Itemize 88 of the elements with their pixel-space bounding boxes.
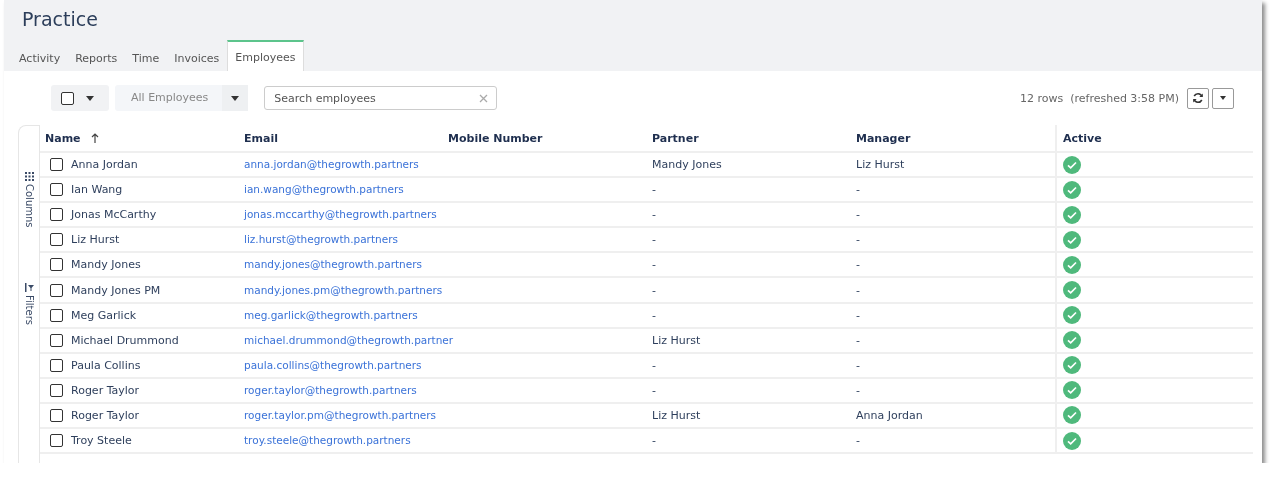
tab[interactable]: Employees — [227, 40, 304, 71]
email-link[interactable]: michael.drummond@thegrowth.partner — [244, 333, 454, 346]
column-header[interactable]: Manager — [856, 131, 1055, 145]
name-cell-text: Meg Garlick — [71, 308, 138, 322]
tab[interactable]: Activity — [12, 46, 68, 71]
checkbox[interactable] — [50, 158, 63, 172]
partner-cell-text: Liz Hurst — [652, 333, 702, 347]
name-cell-text: Michael Drummond — [71, 333, 180, 347]
row-count-status: 12 rows (refreshed 3:58 PM) — [1019, 91, 1179, 105]
partner-cell-text: - — [652, 383, 657, 397]
email-link[interactable]: paula.collins@thegrowth.partners — [244, 358, 422, 371]
checkbox[interactable] — [50, 308, 63, 322]
checkbox[interactable] — [50, 258, 63, 272]
column-header[interactable]: Name — [45, 131, 244, 145]
refresh-button[interactable] — [1187, 87, 1209, 109]
checkbox[interactable] — [50, 233, 63, 247]
email-link[interactable]: roger.taylor@thegrowth.partners — [244, 383, 417, 396]
side-tab[interactable]: Columns — [23, 172, 35, 228]
column-header[interactable]: Email — [244, 131, 448, 145]
manager-cell-text: - — [856, 434, 861, 448]
tab[interactable]: Time — [125, 46, 167, 71]
select-all-dropdown[interactable] — [51, 85, 109, 111]
email-link[interactable]: troy.steele@thegrowth.partners — [244, 434, 411, 447]
partner-cell-text: - — [652, 358, 657, 372]
name-cell-text: Mandy Jones PM — [71, 283, 162, 297]
column-header[interactable]: Mobile Number — [448, 131, 652, 145]
email-link[interactable]: anna.jordan@thegrowth.partners — [244, 158, 419, 171]
checkbox[interactable] — [50, 383, 63, 397]
manager-cell-text: - — [856, 333, 861, 347]
side-tab[interactable]: Filters — [23, 282, 35, 325]
manager-cell-text: - — [856, 258, 861, 272]
name-cell-text: Anna Jordan — [71, 158, 139, 172]
name-cell-text: Jonas McCarthy — [71, 208, 158, 222]
email-link[interactable]: roger.taylor.pm@thegrowth.partners — [244, 409, 437, 421]
name-cell-text: Ian Wang — [71, 183, 124, 197]
email-link[interactable]: mandy.jones@thegrowth.partners — [244, 258, 422, 271]
tab[interactable]: Invoices — [167, 46, 227, 71]
partner-cell-text: - — [652, 183, 657, 197]
checkbox[interactable] — [50, 434, 63, 448]
manager-cell-text: - — [856, 383, 861, 397]
email-link[interactable]: jonas.mccarthy@thegrowth.partners — [244, 208, 437, 221]
options-dropdown-button[interactable] — [1212, 87, 1234, 109]
name-cell-text: Roger Taylor — [71, 409, 141, 422]
filter-icon — [24, 282, 34, 292]
checkbox[interactable] — [50, 358, 63, 372]
manager-cell-text: - — [856, 233, 861, 247]
name-cell-text: Roger Taylor — [71, 383, 141, 397]
manager-cell-text: Anna Jordan — [856, 409, 924, 422]
caret-icon — [1220, 96, 1226, 100]
manager-cell-text: - — [856, 358, 861, 372]
column-header[interactable]: Active — [1055, 125, 1253, 151]
email-link[interactable]: ian.wang@thegrowth.partners — [244, 183, 404, 196]
filter-value: All Employees — [130, 90, 210, 106]
refresh-icon — [1192, 92, 1204, 104]
partner-cell-text: - — [652, 233, 657, 247]
manager-cell-text: Liz Hurst — [856, 158, 906, 172]
email-link[interactable]: liz.hurst@thegrowth.partners — [244, 233, 398, 246]
name-cell-text: Liz Hurst — [71, 233, 121, 247]
partner-cell-text: - — [652, 308, 657, 322]
name-cell-text: Paula Collins — [71, 358, 142, 372]
grid-icon — [24, 172, 34, 181]
partner-cell-text: Mandy Jones — [652, 158, 723, 172]
checkbox[interactable] — [50, 208, 63, 222]
name-cell-text: Troy Steele — [71, 434, 133, 448]
email-link[interactable]: mandy.jones.pm@thegrowth.partners — [244, 283, 443, 296]
column-header[interactable]: Partner — [652, 131, 856, 145]
partner-cell-text: - — [652, 208, 657, 222]
email-link[interactable]: meg.garlick@thegrowth.partners — [244, 308, 418, 321]
checkbox[interactable] — [50, 283, 63, 297]
checkbox[interactable] — [61, 91, 74, 105]
manager-cell-text: - — [856, 308, 861, 322]
tab[interactable]: Reports — [68, 46, 125, 71]
manager-cell-text: - — [856, 183, 861, 197]
checkbox[interactable] — [50, 183, 63, 197]
partner-cell-text: Liz Hurst — [652, 409, 702, 422]
page-title: Practice — [22, 7, 99, 32]
manager-cell-text: - — [856, 283, 861, 297]
checkbox[interactable] — [50, 409, 63, 422]
partner-cell-text: - — [652, 258, 657, 272]
partner-cell-text: - — [652, 434, 657, 448]
search-field[interactable]: Search employees — [264, 86, 498, 110]
manager-cell-text: - — [856, 208, 861, 222]
partner-cell-text: - — [652, 283, 657, 297]
caret-icon — [231, 95, 240, 101]
caret-icon — [86, 95, 94, 101]
clear-icon — [479, 93, 489, 103]
name-cell-text: Mandy Jones — [71, 258, 142, 272]
checkbox[interactable] — [50, 333, 63, 347]
